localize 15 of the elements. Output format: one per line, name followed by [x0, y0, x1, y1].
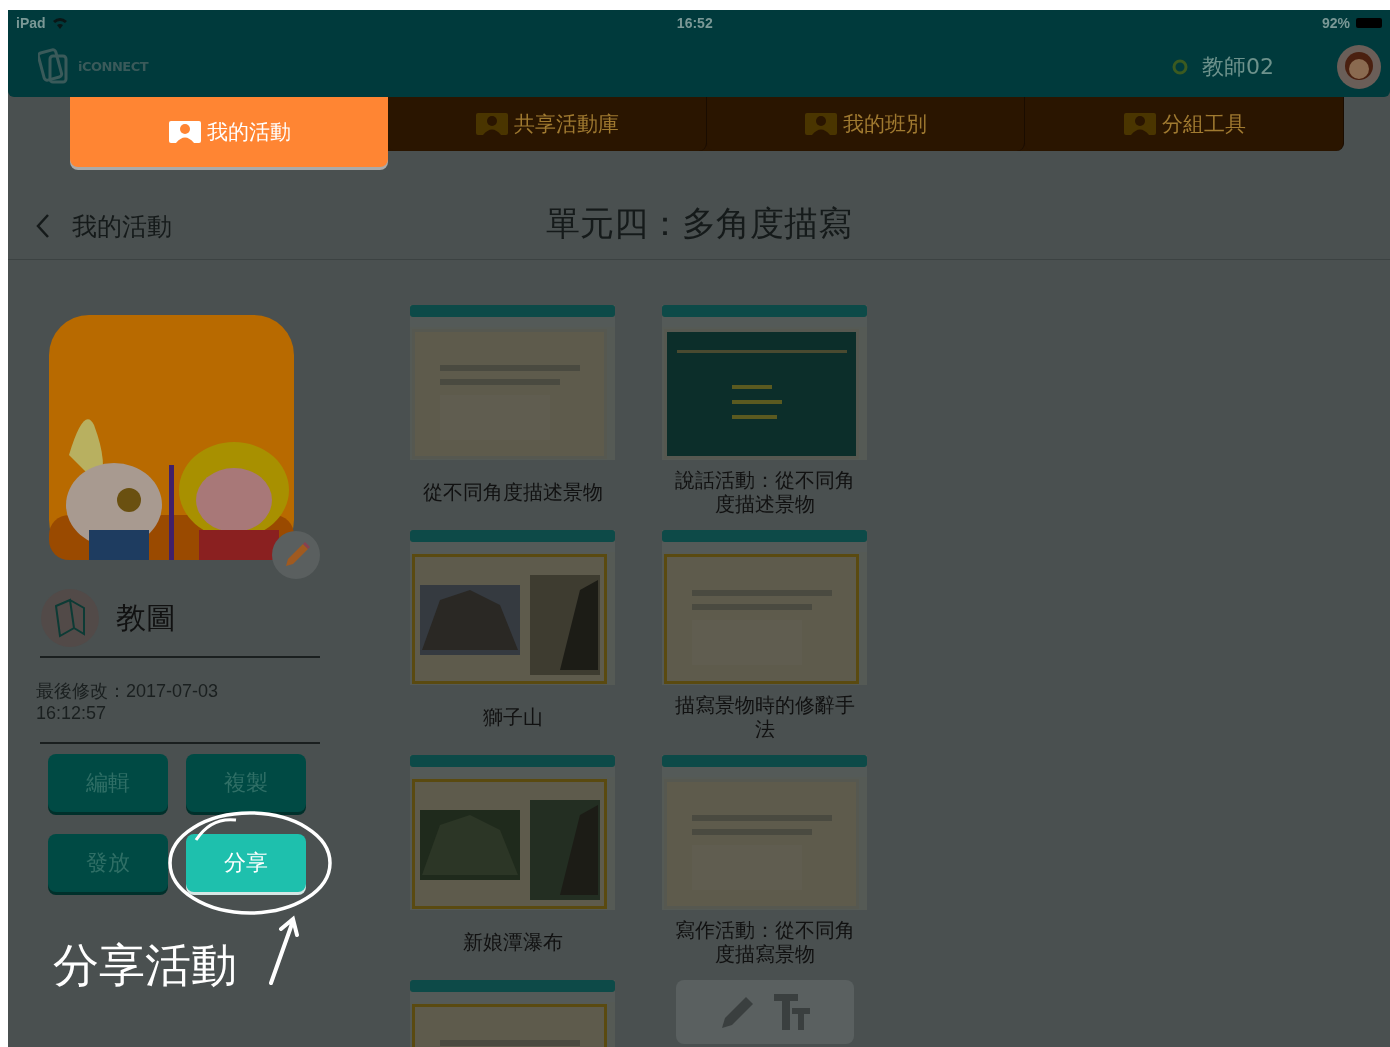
- app-logo: iCONNECT: [78, 59, 149, 74]
- publisher-name: 教圖: [116, 598, 176, 637]
- activity-title[interactable]: 寫作活動：從不同角度描寫景物: [667, 918, 862, 966]
- status-time: 16:52: [676, 15, 713, 31]
- nav-tab[interactable]: 我的活動: [70, 97, 388, 167]
- battery-level: 92%: [1321, 15, 1350, 31]
- activity-title[interactable]: 說話活動：從不同角度描述景物: [667, 468, 862, 516]
- annotation-text: 分享活動: [53, 937, 237, 994]
- activity-title[interactable]: 獅子山: [415, 693, 610, 741]
- activity-title[interactable]: 從不同角度描述景物: [415, 468, 610, 516]
- device-name: iPad: [16, 15, 46, 31]
- user-name: 教師02: [1202, 52, 1274, 81]
- action-button[interactable]: 分享: [186, 834, 306, 892]
- activity-title[interactable]: 新娘潭瀑布: [415, 918, 610, 966]
- activity-title[interactable]: 描寫景物時的修辭手法: [667, 693, 862, 741]
